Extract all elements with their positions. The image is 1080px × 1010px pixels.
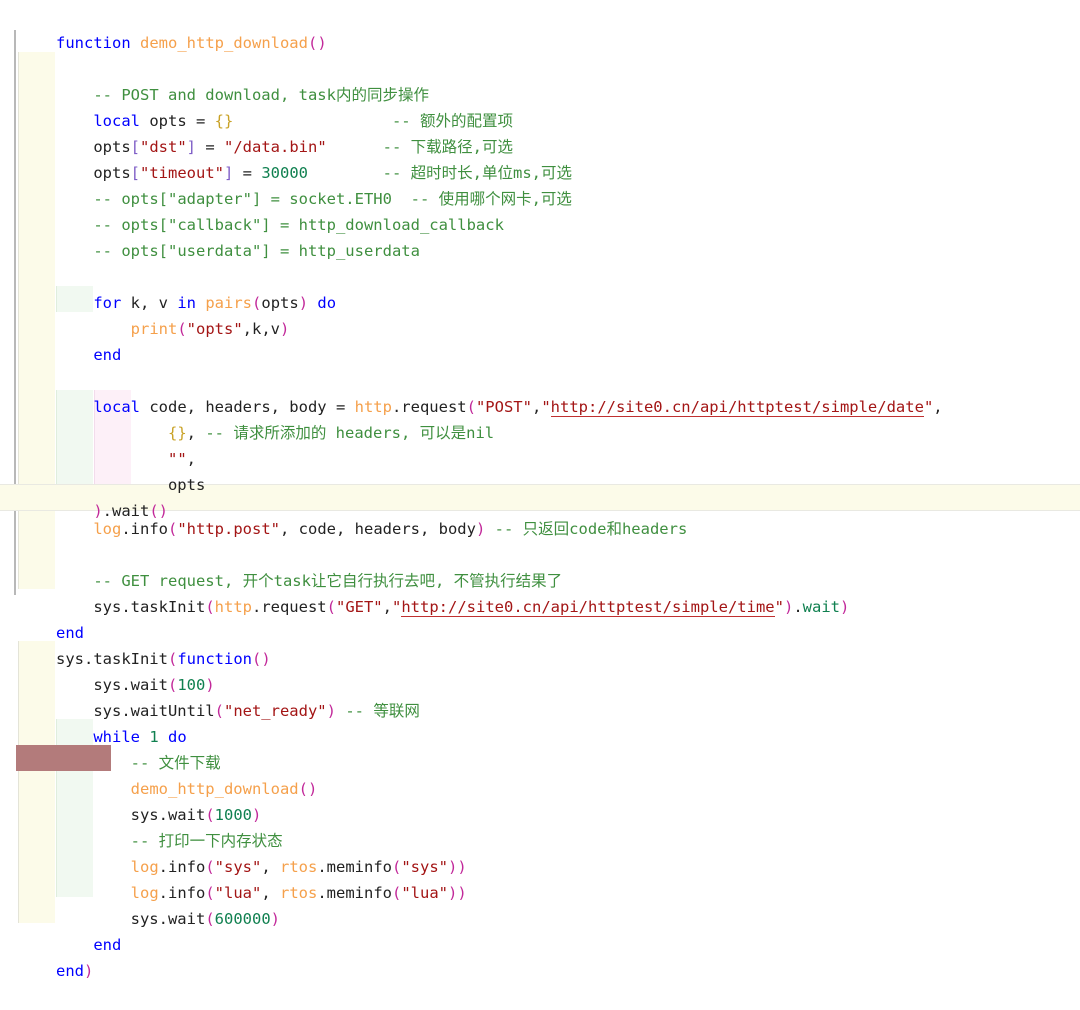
- code-line-11[interactable]: for k, v in pairs(opts) do: [0, 264, 1080, 312]
- code-line-20-text: log.info("http.post", code, headers, bod…: [93, 520, 688, 538]
- code-line-13-text: end: [93, 346, 122, 364]
- code-line-4[interactable]: local opts = {} -- 额外的配置项: [0, 82, 1080, 130]
- code-line-28[interactable]: while 1 do: [0, 698, 1080, 746]
- code-line-6[interactable]: opts["timeout"] = 30000 -- 超时时长,单位ms,可选: [0, 134, 1080, 182]
- code-line-34[interactable]: log.info("lua", rtos.meminfo("lua")): [0, 854, 1080, 902]
- code-line-13[interactable]: end: [0, 316, 1080, 364]
- code-line-33[interactable]: log.info("sys", rtos.meminfo("sys")): [0, 828, 1080, 876]
- code-line-32[interactable]: -- 打印一下内存状态: [0, 802, 1080, 850]
- code-line-26[interactable]: sys.wait(100): [0, 646, 1080, 694]
- code-line-18[interactable]: opts: [0, 446, 1080, 494]
- code-line-24[interactable]: end: [0, 594, 1080, 642]
- code-line-27[interactable]: sys.waitUntil("net_ready") -- 等联网: [0, 672, 1080, 720]
- code-line-36[interactable]: end: [0, 906, 1080, 954]
- code-line-37[interactable]: end): [0, 932, 1080, 980]
- code-line-25[interactable]: sys.taskInit(function(): [0, 620, 1080, 668]
- code-line-1-text: function demo_http_download(): [56, 34, 327, 52]
- code-line-16[interactable]: {}, -- 请求所添加的 headers, 可以是nil: [0, 394, 1080, 442]
- code-line-30[interactable]: demo_http_download(): [0, 750, 1080, 798]
- code-line-17[interactable]: "",: [0, 420, 1080, 468]
- code-line-22[interactable]: -- GET request, 开个task让它自行执行去吧, 不管执行结果了: [0, 542, 1080, 590]
- code-line-8[interactable]: -- opts["callback"] = http_download_call…: [0, 186, 1080, 234]
- code-line-1[interactable]: function demo_http_download(): [0, 4, 1080, 52]
- code-line-9[interactable]: -- opts["userdata"] = http_userdata: [0, 212, 1080, 260]
- code-line-23[interactable]: sys.taskInit(http.request("GET","http://…: [0, 568, 1080, 617]
- code-line-37-text: end): [56, 962, 94, 980]
- code-line-3[interactable]: -- POST and download, task内的同步操作: [0, 56, 1080, 104]
- code-line-12[interactable]: print("opts",k,v): [0, 290, 1080, 338]
- code-line-31[interactable]: sys.wait(1000): [0, 776, 1080, 824]
- code-line-7[interactable]: -- opts["adapter"] = socket.ETH0 -- 使用哪个…: [0, 160, 1080, 208]
- code-line-29[interactable]: -- 文件下载: [0, 724, 1080, 772]
- code-line-9-text: -- opts["userdata"] = http_userdata: [93, 242, 420, 260]
- code-line-35[interactable]: sys.wait(600000): [0, 880, 1080, 928]
- code-line-20[interactable]: log.info("http.post", code, headers, bod…: [0, 490, 1080, 538]
- code-editor[interactable]: function demo_http_download() -- POST an…: [0, 0, 1080, 980]
- code-line-15[interactable]: local code, headers, body = http.request…: [0, 368, 1080, 417]
- code-line-5[interactable]: opts["dst"] = "/data.bin" -- 下载路径,可选: [0, 108, 1080, 156]
